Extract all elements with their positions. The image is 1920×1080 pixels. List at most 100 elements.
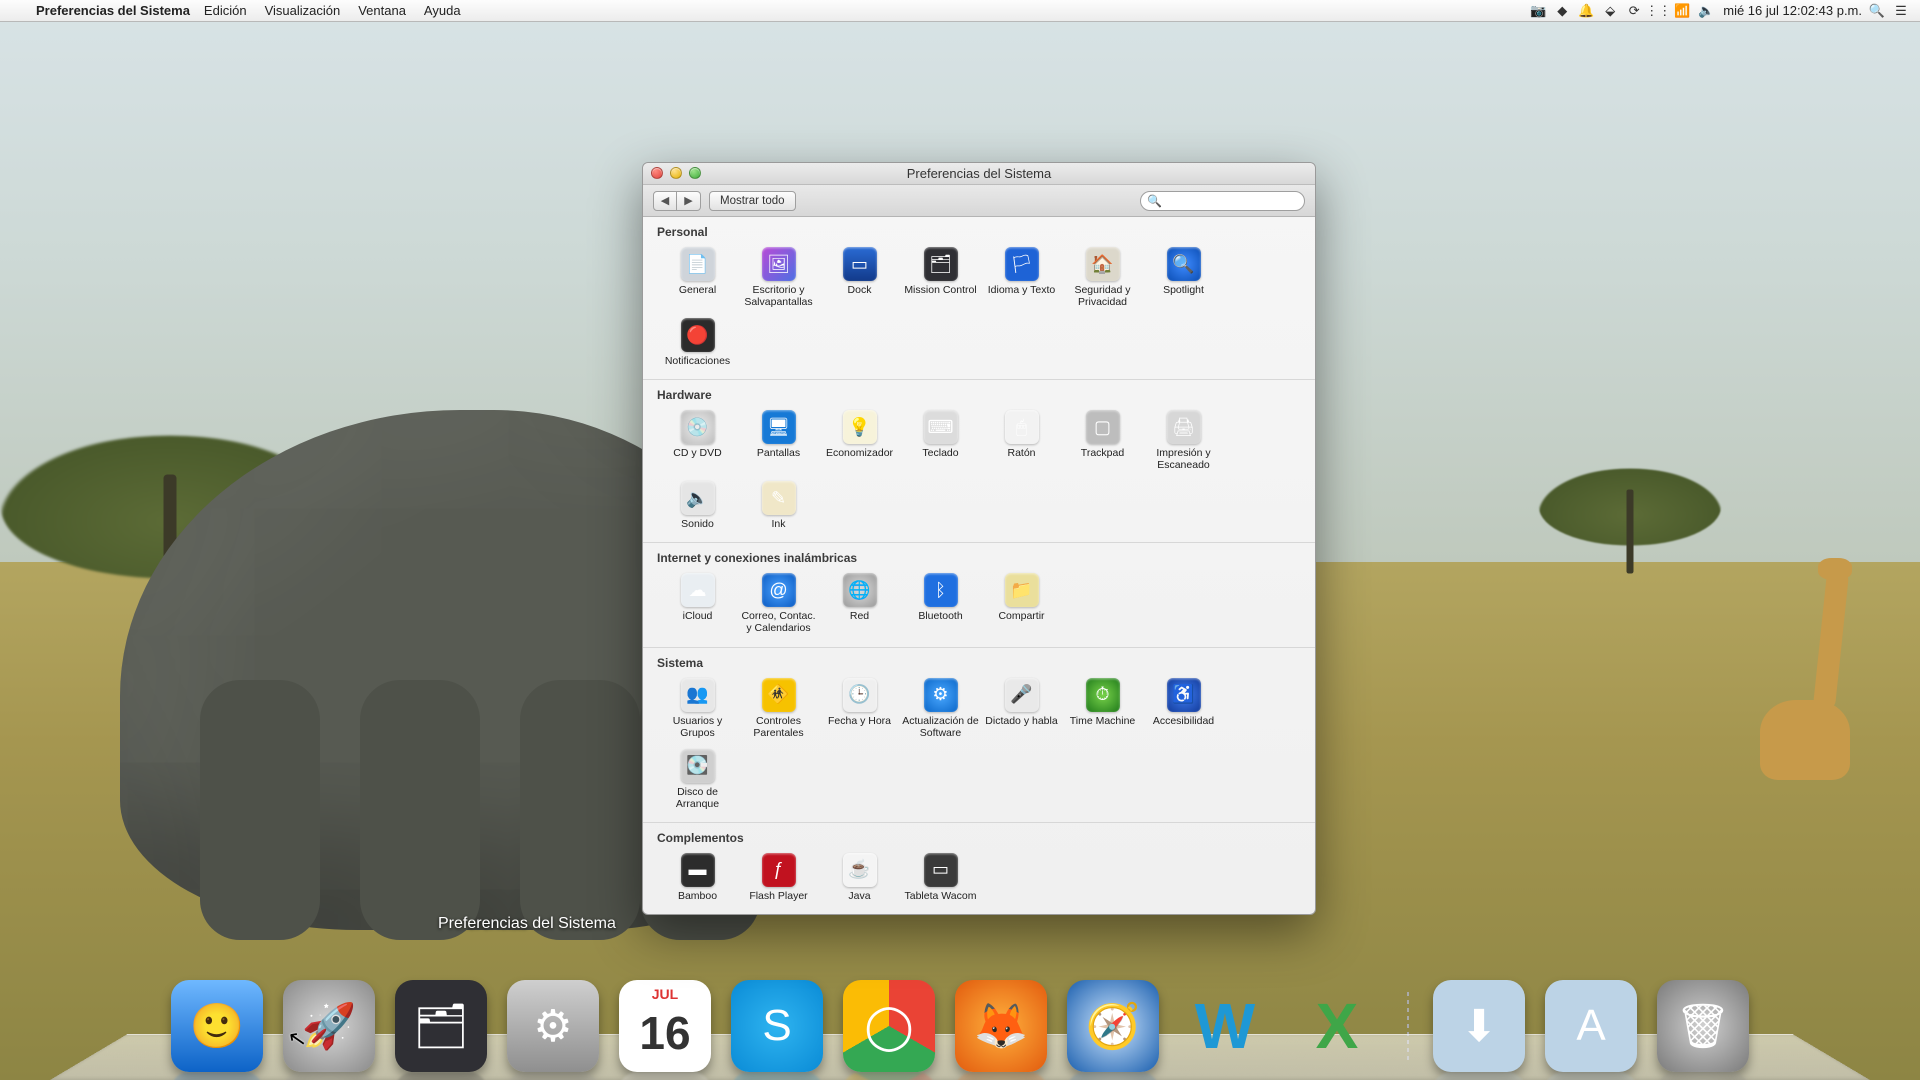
pref-wacom[interactable]: ▭Tableta Wacom [900, 849, 981, 908]
dictation-label: Dictado y habla [985, 715, 1057, 727]
pref-swupdate[interactable]: ⚙Actualización de Software [900, 674, 981, 745]
menu-ayuda[interactable]: Ayuda [424, 3, 461, 18]
pref-startup[interactable]: 💽Disco de Arranque [657, 745, 738, 816]
menu-visualización[interactable]: Visualización [265, 3, 341, 18]
pref-bluetooth[interactable]: ᛒBluetooth [900, 569, 981, 640]
dock-mission[interactable]: 🗂 [395, 980, 487, 1072]
menu-edición[interactable]: Edición [204, 3, 247, 18]
pref-icloud[interactable]: ☁iCloud [657, 569, 738, 640]
titlebar[interactable]: Preferencias del Sistema [643, 163, 1315, 185]
volume-menu-icon[interactable]: 🔈 [1697, 2, 1715, 20]
zoom-button[interactable] [689, 167, 701, 179]
sync-menu-icon[interactable]: ⟳ [1625, 2, 1643, 20]
dock-downloads[interactable]: ⬇ [1433, 980, 1525, 1072]
menubar-app-title[interactable]: Preferencias del Sistema [36, 3, 190, 18]
datetime-label: Fecha y Hora [828, 715, 891, 727]
pref-mouse[interactable]: 🖱Ratón [981, 406, 1062, 477]
parental-label: Controles Parentales [738, 715, 819, 739]
search-input[interactable] [1140, 191, 1305, 211]
general-label: General [679, 284, 716, 296]
dropbox-menu-icon[interactable]: ⬙ [1601, 2, 1619, 20]
pref-accessibility[interactable]: ♿ Accesibilidad [1143, 674, 1224, 745]
pref-trackpad[interactable]: ▢ Trackpad [1062, 406, 1143, 477]
dock-sysprefs[interactable]: ⚙ [507, 980, 599, 1072]
pref-mission[interactable]: 🗂Mission Control [900, 243, 981, 314]
dock-safari[interactable]: 🧭 [1067, 980, 1159, 1072]
menu-ventana[interactable]: Ventana [358, 3, 406, 18]
dock-calendar[interactable]: JUL16 [619, 980, 711, 1072]
accessibility-icon: ♿ [1167, 678, 1201, 712]
pref-timemachine[interactable]: ⏱Time Machine [1062, 674, 1143, 745]
pref-lang[interactable]: 🏳Idioma y Texto [981, 243, 1062, 314]
pref-energy[interactable]: 💡Economizador [819, 406, 900, 477]
pref-general[interactable]: 📄General [657, 243, 738, 314]
pref-keyboard[interactable]: ⌨Teclado [900, 406, 981, 477]
desktop-icon: 🖼 [762, 247, 796, 281]
pref-datetime[interactable]: 🕒Fecha y Hora [819, 674, 900, 745]
pref-ink[interactable]: ✎Ink [738, 477, 819, 536]
forward-button[interactable]: ▶ [677, 191, 701, 211]
pref-users[interactable]: 👥Usuarios y Grupos [657, 674, 738, 745]
pref-security[interactable]: 🏠Seguridad y Privacidad [1062, 243, 1143, 314]
close-button[interactable] [651, 167, 663, 179]
pref-sharing[interactable]: 📁Compartir [981, 569, 1062, 640]
pref-print[interactable]: 🖨Impresión y Escaneado [1143, 406, 1224, 477]
desktop-label: Escritorio y Salvapantallas [738, 284, 819, 308]
pref-java[interactable]: ☕Java [819, 849, 900, 908]
pref-bamboo[interactable]: ▬Bamboo [657, 849, 738, 908]
system-preferences-window: Preferencias del Sistema ◀ ▶ Mostrar tod… [642, 162, 1316, 915]
dock-apps[interactable]: A [1545, 980, 1637, 1072]
startup-label: Disco de Arranque [657, 786, 738, 810]
pref-mail[interactable]: @Correo, Contac. y Calendarios [738, 569, 819, 640]
sound-icon: 🔈 [681, 481, 715, 515]
dock-firefox[interactable]: 🦊 [955, 980, 1047, 1072]
cddvd-icon: 💿 [681, 410, 715, 444]
dock-label: Dock [848, 284, 872, 296]
spotlight-label: Spotlight [1163, 284, 1204, 296]
pref-spotlight[interactable]: 🔍Spotlight [1143, 243, 1224, 314]
dock-trash[interactable]: 🗑 [1657, 980, 1749, 1072]
dots-menu-icon[interactable]: ⋮⋮ [1649, 2, 1667, 20]
trackpad-icon: ▢ [1086, 410, 1120, 444]
dock-icon: ▭ [843, 247, 877, 281]
pref-desktop[interactable]: 🖼 Escritorio y Salvapantallas [738, 243, 819, 314]
dock-word[interactable]: W [1179, 980, 1271, 1072]
dock-separator [1407, 992, 1409, 1062]
back-button[interactable]: ◀ [653, 191, 677, 211]
spotlight-menu-icon[interactable]: 🔍 [1868, 2, 1886, 20]
icloud-icon: ☁ [681, 573, 715, 607]
dock-finder[interactable]: 🙂 [171, 980, 263, 1072]
pref-displays[interactable]: 🖥Pantallas [738, 406, 819, 477]
energy-label: Economizador [826, 447, 893, 459]
swupdate-label: Actualización de Software [900, 715, 981, 739]
dock-chrome[interactable]: ◯ [843, 980, 935, 1072]
pref-cddvd[interactable]: 💿CD y DVD [657, 406, 738, 477]
users-label: Usuarios y Grupos [657, 715, 738, 739]
bell-menu-icon[interactable]: 🔔 [1577, 2, 1595, 20]
notif-icon: 🔴 [681, 318, 715, 352]
wifi-menu-icon[interactable]: 📶 [1673, 2, 1691, 20]
sharing-label: Compartir [998, 610, 1044, 622]
security-label: Seguridad y Privacidad [1062, 284, 1143, 308]
dock-excel[interactable]: X [1291, 980, 1383, 1072]
timemachine-label: Time Machine [1070, 715, 1136, 727]
wacom-icon: ▭ [924, 853, 958, 887]
menubar: Preferencias del Sistema Edición Visualiz… [0, 0, 1920, 22]
notification-center-icon[interactable]: ☰ [1892, 2, 1910, 20]
pref-notif[interactable]: 🔴Notificaciones [657, 314, 738, 373]
pref-parental[interactable]: 🚸 Controles Parentales [738, 674, 819, 745]
accessibility-label: Accesibilidad [1153, 715, 1214, 727]
pref-dock[interactable]: ▭ Dock [819, 243, 900, 314]
pref-dictation[interactable]: 🎤Dictado y habla [981, 674, 1062, 745]
camera-menu-icon[interactable]: 📷 [1529, 2, 1547, 20]
menubar-clock[interactable]: mié 16 jul 12:02:43 p.m. [1723, 3, 1862, 18]
shield-menu-icon[interactable]: ◆ [1553, 2, 1571, 20]
trackpad-label: Trackpad [1081, 447, 1124, 459]
parental-icon: 🚸 [762, 678, 796, 712]
pref-network[interactable]: 🌐Red [819, 569, 900, 640]
minimize-button[interactable] [670, 167, 682, 179]
pref-sound[interactable]: 🔈Sonido [657, 477, 738, 536]
pref-flash[interactable]: ƒFlash Player [738, 849, 819, 908]
show-all-button[interactable]: Mostrar todo [709, 191, 796, 211]
dock-skype[interactable]: S [731, 980, 823, 1072]
